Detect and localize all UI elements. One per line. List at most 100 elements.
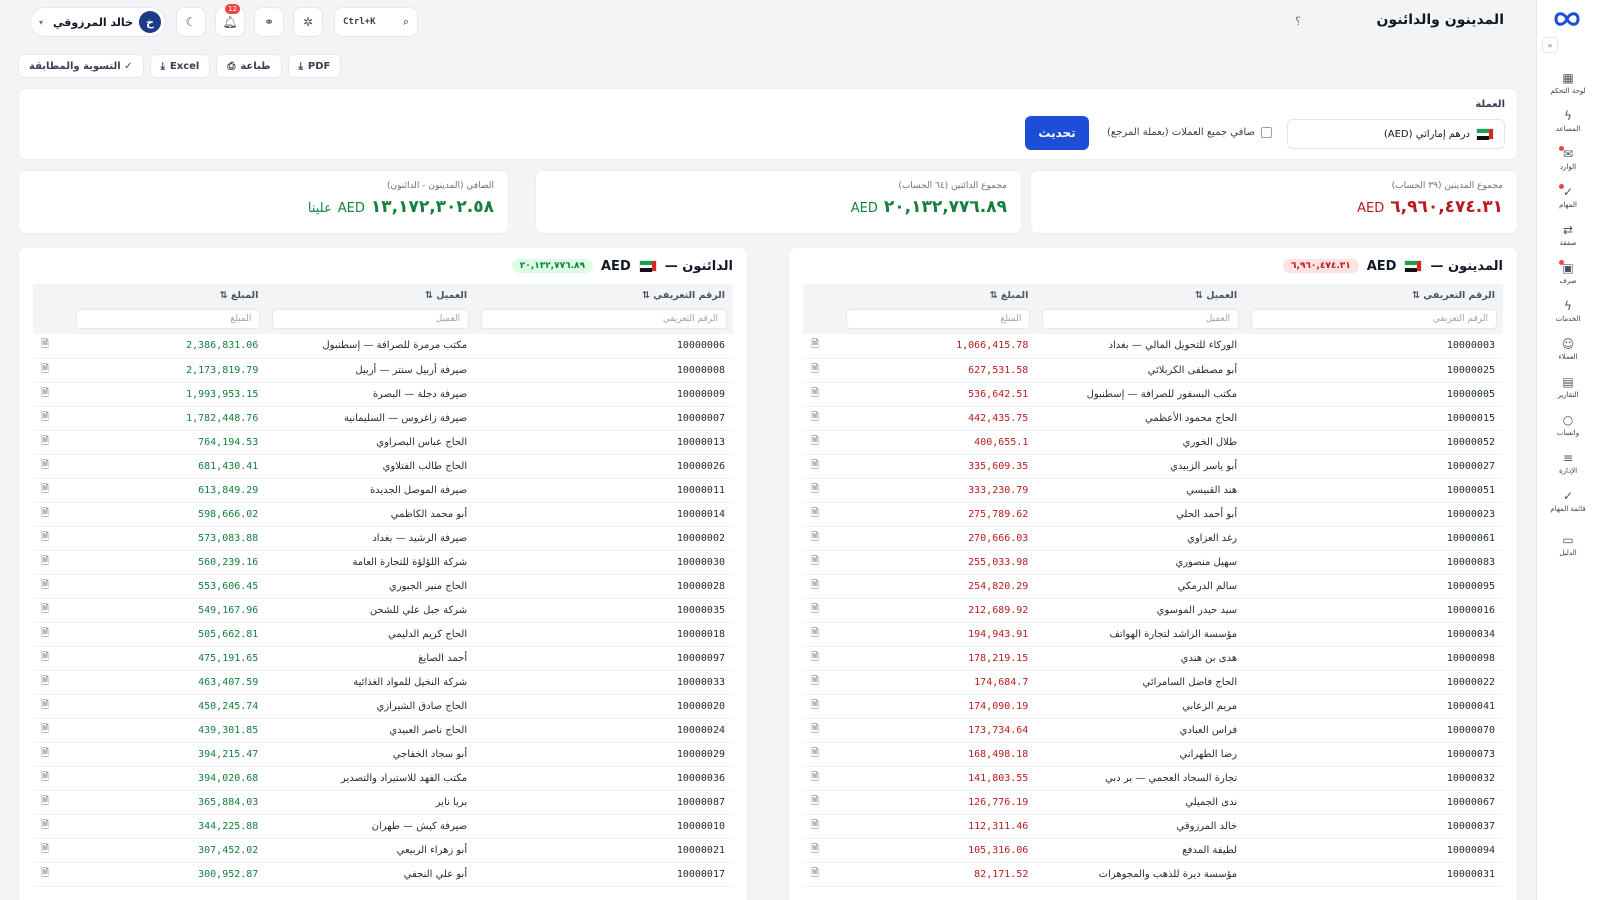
table-row[interactable]: 10000006 مكتب مرمرة للصرافة — إسطنبول 2,38… [33, 334, 733, 359]
statement-doc-icon[interactable]: 🗎︎ [33, 838, 70, 863]
statement-doc-icon[interactable]: 🗎︎ [803, 766, 840, 791]
print-button[interactable]: طباعة ⎙ [216, 54, 282, 78]
table-row[interactable]: 10000025 أبو مصطفى الكربلائي 627,531.58 🗎︎ [803, 358, 1503, 383]
statement-doc-icon[interactable]: 🗎︎ [33, 766, 70, 791]
statement-doc-icon[interactable]: 🗎︎ [33, 454, 70, 479]
table-row[interactable]: 10000020 الحاج صادق الشيرازي 450,245.74 🗎︎ [33, 694, 733, 719]
table-row[interactable]: 10000067 ندى الجميلي 126,776.19 🗎︎ [803, 790, 1503, 815]
statement-doc-icon[interactable]: 🗎︎ [803, 838, 840, 863]
link-button[interactable]: ⚭ [254, 7, 284, 37]
table-row[interactable]: 10000033 شركة النخيل للمواد الغذائية 463,4… [33, 670, 733, 695]
statement-doc-icon[interactable]: 🗎︎ [803, 502, 840, 527]
table-row[interactable]: 10000031 مؤسسة ديرة للذهب والمجوهرات 82,17… [803, 862, 1503, 887]
statement-doc-icon[interactable]: 🗎︎ [33, 334, 70, 359]
table-row[interactable]: 10000087 بريا ناير 365,884.03 🗎︎ [33, 790, 733, 815]
statement-doc-icon[interactable]: 🗎︎ [33, 694, 70, 719]
table-row[interactable]: 10000095 سالم الدرمكي 254,820.29 🗎︎ [803, 574, 1503, 599]
table-row[interactable]: 10000015 الحاج محمود الأعظمي 442,435.75 🗎︎ [803, 406, 1503, 431]
user-menu[interactable]: خ خالد المرزوقي ▾ [30, 7, 166, 37]
sidebar-item[interactable]: ▦ لوحة التحكم [1536, 64, 1600, 102]
statement-doc-icon[interactable]: 🗎︎ [803, 694, 840, 719]
id-filter-input[interactable]: الرقم التعريفي [481, 309, 727, 329]
table-row[interactable]: 10000052 طلال الخوري 400,655.1 🗎︎ [803, 430, 1503, 455]
table-row[interactable]: 10000005 مكتب البسفور للصرافة — إسطنبول 53… [803, 382, 1503, 407]
statement-doc-icon[interactable]: 🗎︎ [33, 358, 70, 383]
notifications-button[interactable]: 🔔︎ 12 [215, 4, 245, 37]
sidebar-item[interactable]: ▭ الدليل [1536, 526, 1600, 564]
statement-doc-icon[interactable]: 🗎︎ [803, 550, 840, 575]
sidebar-item[interactable]: ϟ الخدمات [1536, 292, 1600, 330]
table-row[interactable]: 10000094 لطيفة المدفع 105,316.06 🗎︎ [803, 838, 1503, 863]
sidebar-item[interactable]: ⇄ صفقة [1536, 216, 1600, 254]
statement-doc-icon[interactable]: 🗎︎ [33, 598, 70, 623]
statement-doc-icon[interactable]: 🗎︎ [33, 550, 70, 575]
table-row[interactable]: 10000021 أبو زهراء الربيعي 307,452.02 🗎︎ [33, 838, 733, 863]
statement-doc-icon[interactable]: 🗎︎ [803, 670, 840, 695]
statement-doc-icon[interactable]: 🗎︎ [33, 406, 70, 431]
refresh-button[interactable]: تحديث [1025, 116, 1089, 150]
sidebar-item[interactable]: ≡ الإدارة [1536, 444, 1600, 482]
statement-doc-icon[interactable]: 🗎︎ [33, 382, 70, 407]
statement-doc-icon[interactable]: 🗎︎ [803, 742, 840, 767]
statement-doc-icon[interactable]: 🗎︎ [33, 622, 70, 647]
statement-doc-icon[interactable]: 🗎︎ [803, 358, 840, 383]
table-row[interactable]: 10000034 مؤسسة الراشد لتجارة الهواتف 194,9… [803, 622, 1503, 647]
sidebar-item[interactable]: ✉ الوارد [1536, 140, 1600, 178]
sidebar-item[interactable]: ▣ صرف [1536, 254, 1600, 292]
currency-select[interactable]: درهم إماراتي (AED) [1287, 119, 1505, 149]
collapse-sidebar-button[interactable]: « [1542, 37, 1558, 53]
sidebar-item[interactable]: ✓ قائمة المهام [1536, 482, 1600, 520]
column-header-client[interactable]: العميل ⇅ [1036, 284, 1246, 306]
table-row[interactable]: 10000028 الحاج منير الجبوري 553,606.45 🗎︎ [33, 574, 733, 599]
table-row[interactable]: 10000036 مكتب الفهد للاستيراد والتصدير 394… [33, 766, 733, 791]
table-row[interactable]: 10000014 أبو محمد الكاظمي 598,666.02 🗎︎ [33, 502, 733, 527]
table-row[interactable]: 10000017 أبو علي النجفي 300,952.87 🗎︎ [33, 862, 733, 887]
statement-doc-icon[interactable]: 🗎︎ [33, 862, 70, 887]
statement-doc-icon[interactable]: 🗎︎ [33, 502, 70, 527]
table-row[interactable]: 10000097 أحمد الصايغ 475,191.65 🗎︎ [33, 646, 733, 671]
table-row[interactable]: 10000002 صيرفة الرشيد — بغداد 573,083.88 🗎︎ [33, 526, 733, 551]
client-filter-input[interactable]: العميل [272, 309, 470, 329]
sidebar-item[interactable]: ▤ التقارير [1536, 368, 1600, 406]
table-row[interactable]: 10000073 رضا الطهراني 168,498.18 🗎︎ [803, 742, 1503, 767]
statement-doc-icon[interactable]: 🗎︎ [33, 718, 70, 743]
id-filter-input[interactable]: الرقم التعريفي [1251, 309, 1497, 329]
table-row[interactable]: 10000035 شركة جبل علي للشحن 549,167.96 🗎︎ [33, 598, 733, 623]
table-row[interactable]: 10000009 صيرفة دجلة — البصرة 1,993,953.15 🗎… [33, 382, 733, 407]
statement-doc-icon[interactable]: 🗎︎ [33, 790, 70, 815]
statement-doc-icon[interactable]: 🗎︎ [803, 382, 840, 407]
statement-doc-icon[interactable]: 🗎︎ [33, 670, 70, 695]
statement-doc-icon[interactable]: 🗎︎ [803, 598, 840, 623]
table-row[interactable]: 10000037 خالد المرزوقي 112,311.46 🗎︎ [803, 814, 1503, 839]
table-row[interactable]: 10000061 رغد العزاوي 270,666.03 🗎︎ [803, 526, 1503, 551]
client-filter-input[interactable]: العميل [1042, 309, 1240, 329]
table-row[interactable]: 10000011 صيرفة الموصل الجديدة 613,849.29 🗎︎ [33, 478, 733, 503]
sidebar-item[interactable]: ○ واتساب [1536, 406, 1600, 444]
table-row[interactable]: 10000041 مريم الزعابي 174,090.19 🗎︎ [803, 694, 1503, 719]
column-header-amount[interactable]: المبلغ ⇅ [69, 284, 267, 306]
table-row[interactable]: 10000007 صيرفة زاغروس — السليمانية 1,782,4… [33, 406, 733, 431]
statement-doc-icon[interactable]: 🗎︎ [33, 526, 70, 551]
excel-export-button[interactable]: Excel ⤓ [149, 54, 211, 78]
statement-doc-icon[interactable]: 🗎︎ [803, 574, 840, 599]
sidebar-item[interactable]: ϟ المساعد [1536, 102, 1600, 140]
statement-doc-icon[interactable]: 🗎︎ [803, 430, 840, 455]
statement-doc-icon[interactable]: 🗎︎ [33, 742, 70, 767]
search-button[interactable]: ⌕ Ctrl+K [334, 7, 418, 37]
statement-doc-icon[interactable]: 🗎︎ [803, 454, 840, 479]
pdf-export-button[interactable]: PDF ⤓ [287, 54, 342, 78]
net-all-checkbox[interactable] [1261, 127, 1272, 138]
amount-filter-input[interactable]: المبلغ [845, 309, 1031, 329]
statement-doc-icon[interactable]: 🗎︎ [33, 814, 70, 839]
statement-doc-icon[interactable]: 🗎︎ [33, 574, 70, 599]
table-row[interactable]: 10000016 سيد حيدر الموسوي 212,689.92 🗎︎ [803, 598, 1503, 623]
table-row[interactable]: 10000010 صيرفة كيش — طهران 344,225.88 🗎︎ [33, 814, 733, 839]
statement-doc-icon[interactable]: 🗎︎ [803, 406, 840, 431]
help-icon[interactable]: ؟ [1295, 15, 1301, 28]
statement-doc-icon[interactable]: 🗎︎ [803, 526, 840, 551]
statement-doc-icon[interactable]: 🗎︎ [803, 718, 840, 743]
table-row[interactable]: 10000030 شركة اللؤلؤة للتجارة العامة 560,2… [33, 550, 733, 575]
statement-doc-icon[interactable]: 🗎︎ [803, 646, 840, 671]
table-row[interactable]: 10000027 أبو ياسر الزبيدي 335,609.35 🗎︎ [803, 454, 1503, 479]
column-header-id[interactable]: الرقم التعريفي ⇅ [475, 284, 733, 306]
